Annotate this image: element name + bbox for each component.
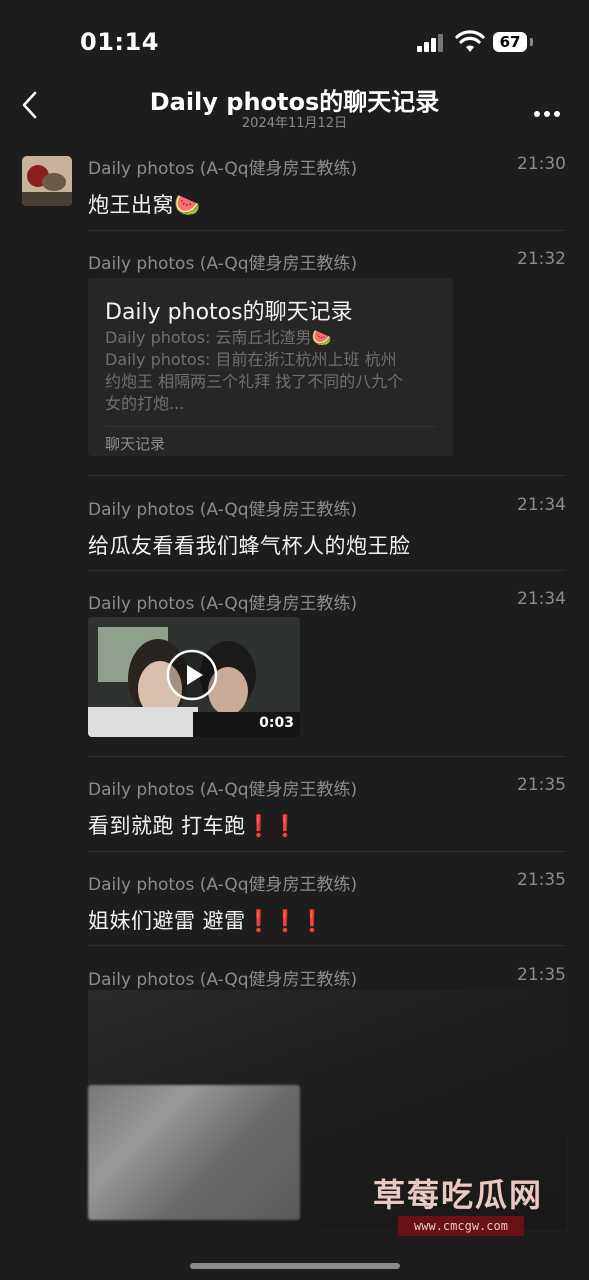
more-dots-icon[interactable] bbox=[534, 102, 566, 117]
status-bar: 01:14 67 bbox=[0, 0, 589, 80]
message-time: 21:35 bbox=[517, 870, 566, 890]
wifi-icon bbox=[455, 30, 485, 52]
card-line: Daily photos: 目前在浙江杭州上班 杭州 bbox=[105, 350, 397, 369]
message-item: Daily photos (A-Qq健身房王教练) 21:35 姐妹们避雷 避雷… bbox=[88, 870, 566, 935]
page-date: 2024年11月12日 bbox=[241, 116, 348, 131]
message-item: Daily photos (A-Qq健身房王教练) 21:34 bbox=[88, 589, 566, 614]
card-title: Daily photos的聊天记录 bbox=[105, 300, 353, 325]
divider bbox=[88, 570, 566, 571]
message-item: Daily photos (A-Qq健身房王教练) 21:30 炮王出窝🍉 bbox=[88, 154, 566, 219]
sender-name: Daily photos (A-Qq健身房王教练) bbox=[88, 780, 358, 800]
sender-name: Daily photos (A-Qq健身房王教练) bbox=[88, 970, 358, 990]
message-time: 21:35 bbox=[517, 775, 566, 795]
nav-bar: Daily photos的聊天记录 2024年11月12日 bbox=[0, 70, 589, 136]
sender-name: Daily photos (A-Qq健身房王教练) bbox=[88, 500, 358, 520]
card-line: Daily photos: 云南丘北渣男🍉 bbox=[105, 328, 332, 347]
video-duration: 0:03 bbox=[259, 715, 294, 731]
message-text[interactable]: 看到就跑 打车跑❗️❗️ bbox=[88, 810, 566, 840]
message-item: Daily photos (A-Qq健身房王教练) 21:32 bbox=[88, 249, 566, 274]
watermark-url: www.cmcgw.com bbox=[398, 1216, 524, 1236]
battery-cap bbox=[530, 38, 533, 46]
watermark-text: 草莓吃瓜网 bbox=[373, 1176, 544, 1214]
message-text[interactable]: 姐妹们避雷 避雷❗️❗️❗️ bbox=[88, 905, 566, 935]
divider bbox=[88, 475, 566, 476]
card-line: 约炮王 相隔两三个礼拜 找了不同的八九个 bbox=[105, 372, 404, 391]
battery-icon: 67 bbox=[493, 32, 527, 52]
divider bbox=[88, 756, 566, 757]
signal-icon bbox=[417, 32, 447, 52]
sender-name: Daily photos (A-Qq健身房王教练) bbox=[88, 875, 358, 895]
status-time: 01:14 bbox=[80, 28, 159, 56]
video-thumbnail[interactable]: 0:03 bbox=[88, 617, 300, 737]
blurred-image[interactable] bbox=[88, 1085, 300, 1220]
chat-record-card[interactable]: Daily photos的聊天记录 Daily photos: 云南丘北渣男🍉 … bbox=[88, 278, 453, 456]
message-time: 21:34 bbox=[517, 589, 566, 609]
card-line: 女的打炮... bbox=[105, 394, 185, 413]
divider bbox=[88, 945, 566, 946]
message-time: 21:35 bbox=[517, 965, 566, 985]
sender-name: Daily photos (A-Qq健身房王教练) bbox=[88, 159, 358, 179]
divider bbox=[88, 851, 566, 852]
message-item: Daily photos (A-Qq健身房王教练) 21:35 bbox=[88, 965, 566, 990]
message-time: 21:32 bbox=[517, 249, 566, 269]
avatar[interactable] bbox=[22, 156, 72, 206]
message-time: 21:34 bbox=[517, 495, 566, 515]
message-item: Daily photos (A-Qq健身房王教练) 21:34 给瓜友看看我们蜂… bbox=[88, 495, 566, 560]
home-indicator[interactable] bbox=[190, 1263, 400, 1269]
sender-name: Daily photos (A-Qq健身房王教练) bbox=[88, 594, 358, 614]
play-icon[interactable] bbox=[166, 649, 218, 701]
card-divider bbox=[105, 426, 436, 427]
message-text[interactable]: 炮王出窝🍉 bbox=[88, 189, 566, 219]
message-text[interactable]: 给瓜友看看我们蜂气杯人的炮王脸 bbox=[88, 530, 566, 560]
message-item: Daily photos (A-Qq健身房王教练) 21:35 看到就跑 打车跑… bbox=[88, 775, 566, 840]
card-footer: 聊天记录 bbox=[105, 435, 166, 453]
message-time: 21:30 bbox=[517, 154, 566, 174]
sender-name: Daily photos (A-Qq健身房王教练) bbox=[88, 254, 358, 274]
divider bbox=[88, 230, 566, 231]
